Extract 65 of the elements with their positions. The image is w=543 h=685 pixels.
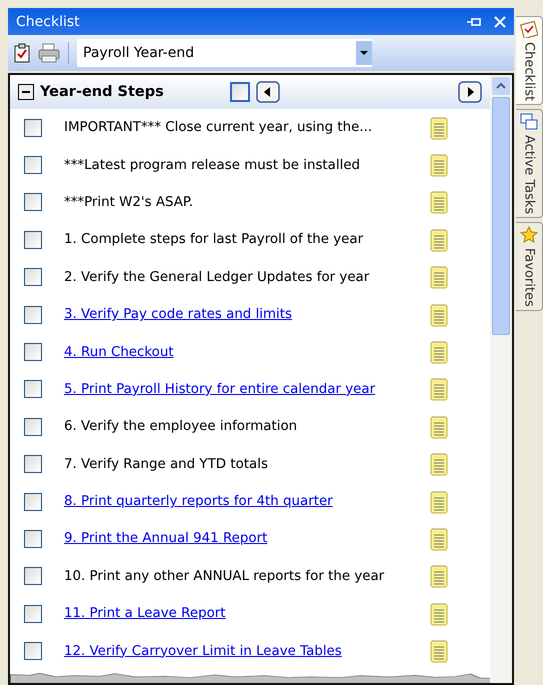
- step-label: 6. Verify the employee information: [64, 419, 298, 434]
- notepad-icon[interactable]: [430, 526, 448, 551]
- dropdown-caret-icon[interactable]: [356, 41, 372, 65]
- step-checkbox[interactable]: [24, 455, 42, 474]
- step-checkbox[interactable]: [24, 418, 42, 436]
- notepad-icon[interactable]: [430, 602, 448, 626]
- step-label: 7. Verify Range and YTD totals: [64, 456, 268, 472]
- notepad-icon[interactable]: [430, 153, 448, 178]
- step-label: ***Print W2's ASAP.: [64, 194, 194, 210]
- step-link[interactable]: 8. Print quarterly reports for 4th quarter: [64, 494, 333, 510]
- step-link[interactable]: 5. Print Payroll History for entire calendar year: [64, 382, 376, 397]
- step-label: 1. Complete steps for last Payroll of the year: [64, 232, 364, 248]
- notepad-icon[interactable]: [430, 190, 448, 214]
- step-link[interactable]: 3. Verify Pay code rates and limits: [64, 307, 292, 322]
- notepad-icon[interactable]: [430, 452, 448, 476]
- side-tab[interactable]: Favorites: [516, 222, 543, 312]
- step-link[interactable]: 9. Print the Annual 941 Report: [64, 531, 268, 546]
- step-label: ***Latest program release must be installed: [64, 158, 360, 173]
- printer-icon[interactable]: [38, 43, 60, 63]
- previous-button[interactable]: [256, 81, 280, 103]
- next-button[interactable]: [458, 81, 482, 103]
- close-icon[interactable]: [494, 16, 506, 28]
- step-checkbox[interactable]: [24, 118, 42, 137]
- notepad-icon[interactable]: [430, 228, 448, 252]
- scrollbar[interactable]: [490, 75, 512, 683]
- step-checkbox[interactable]: [24, 380, 42, 398]
- pin-icon[interactable]: [466, 16, 482, 26]
- checklist-dropdown[interactable]: Payroll Year-end: [77, 39, 372, 67]
- step-checkbox[interactable]: [24, 193, 42, 212]
- step-link[interactable]: 12. Verify Carryover Limit in Leave Tables: [64, 644, 342, 659]
- step-checkbox[interactable]: [24, 530, 42, 548]
- star-icon: [520, 226, 538, 244]
- step-label: 10. Print any other ANNUAL reports for the year: [64, 568, 384, 584]
- step-checkbox[interactable]: [24, 642, 42, 660]
- notepad-icon[interactable]: [430, 340, 448, 364]
- step-checkbox[interactable]: [24, 306, 42, 324]
- notepad-icon[interactable]: [430, 414, 448, 439]
- clipboard-icon: [520, 20, 538, 38]
- step-checkbox[interactable]: [24, 604, 42, 623]
- notepad-icon[interactable]: [430, 639, 448, 664]
- notepad-icon[interactable]: [430, 564, 448, 588]
- step-checkbox[interactable]: [24, 492, 42, 511]
- step-checkbox[interactable]: [24, 567, 42, 586]
- windows-icon: [520, 113, 538, 132]
- notepad-icon[interactable]: [430, 377, 448, 402]
- section-title: Year-end Steps: [40, 84, 164, 100]
- step-link[interactable]: 4. Run Checkout: [64, 344, 174, 360]
- clipboard-check-icon[interactable]: [14, 43, 30, 63]
- step-checkbox[interactable]: [24, 156, 42, 174]
- side-tab[interactable]: Active Tasks: [516, 109, 543, 218]
- scroll-up-icon[interactable]: [492, 77, 510, 95]
- step-label: IMPORTANT*** Close current year, using the...: [64, 120, 372, 136]
- notepad-icon[interactable]: [430, 265, 448, 290]
- notepad-icon[interactable]: [430, 490, 448, 514]
- step-link[interactable]: 11. Print a Leave Report: [64, 606, 226, 622]
- step-checkbox[interactable]: [24, 343, 42, 362]
- step-checkbox[interactable]: [24, 268, 42, 286]
- notepad-icon[interactable]: [430, 116, 448, 140]
- section-checkbox[interactable]: [230, 82, 250, 102]
- side-tab[interactable]: Checklist: [516, 16, 543, 106]
- collapse-icon[interactable]: [18, 84, 34, 100]
- notepad-icon[interactable]: [430, 302, 448, 327]
- window-title: Checklist: [16, 14, 81, 30]
- step-label: 2. Verify the General Ledger Updates for year: [64, 270, 370, 285]
- step-checkbox[interactable]: [24, 230, 42, 249]
